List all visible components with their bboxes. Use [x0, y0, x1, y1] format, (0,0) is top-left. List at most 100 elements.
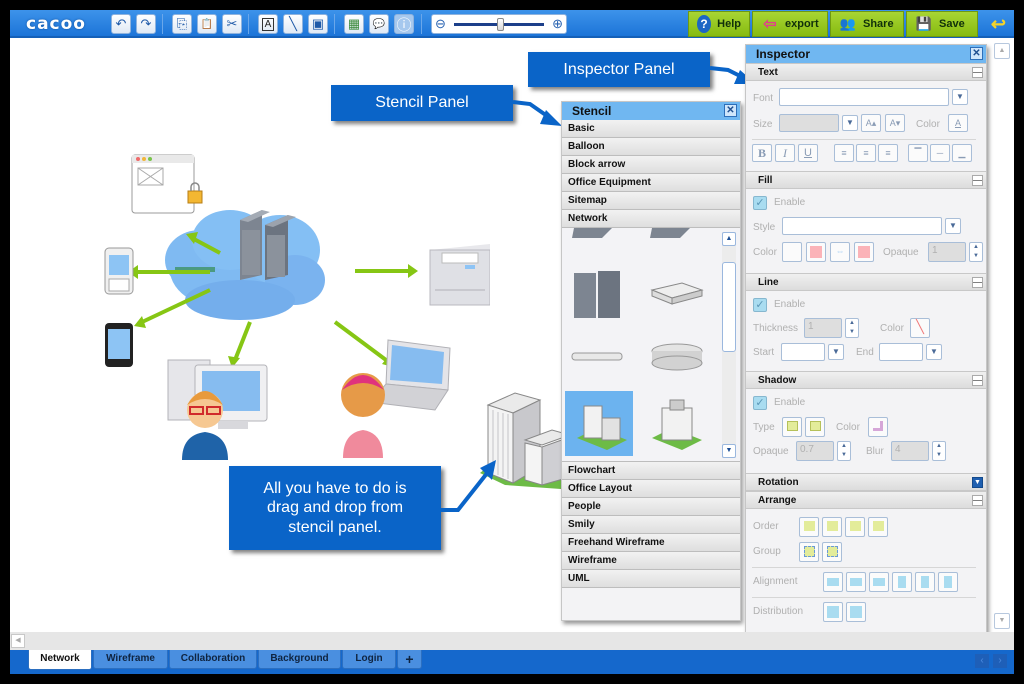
- line-start-input[interactable]: [781, 343, 825, 361]
- prev-tab-icon[interactable]: ‹: [975, 654, 989, 668]
- image-tool-button[interactable]: ▣: [308, 14, 328, 34]
- collapse-icon[interactable]: —: [972, 67, 983, 78]
- scroll-down-icon[interactable]: ▼: [722, 444, 736, 458]
- align-center-button[interactable]: ≡: [856, 144, 876, 162]
- arrange-section-header[interactable]: Arrange —: [746, 491, 986, 509]
- shadow-type-2-button[interactable]: [805, 417, 825, 437]
- export-button[interactable]: ⇦ export: [752, 11, 828, 37]
- valign-middle-button[interactable]: ─: [930, 144, 950, 162]
- stencil-category-balloon[interactable]: Balloon: [562, 138, 740, 156]
- italic-button[interactable]: I: [775, 144, 795, 162]
- align-left-edges-button[interactable]: [823, 572, 843, 592]
- stencil-category-office-equipment[interactable]: Office Equipment: [562, 174, 740, 192]
- stencil-category-smily[interactable]: Smily: [562, 516, 740, 534]
- group-button[interactable]: [799, 542, 819, 562]
- bold-button[interactable]: B: [752, 144, 772, 162]
- collapse-icon[interactable]: —: [972, 495, 983, 506]
- stencil-scrollbar[interactable]: ▲ ▼: [722, 232, 736, 458]
- align-right-edges-button[interactable]: [869, 572, 889, 592]
- next-tab-icon[interactable]: ›: [993, 654, 1007, 668]
- zoom-slider-handle[interactable]: [496, 18, 504, 31]
- valign-top-button[interactable]: ▔: [908, 144, 928, 162]
- back-icon[interactable]: ↩: [991, 14, 1006, 35]
- stencil-category-flowchart[interactable]: Flowchart: [562, 462, 740, 480]
- align-right-button[interactable]: ≡: [878, 144, 898, 162]
- tab-background[interactable]: Background: [258, 650, 341, 669]
- fill-enable-checkbox[interactable]: ✓: [753, 196, 767, 210]
- fill-color-secondary-button[interactable]: [854, 242, 874, 262]
- stencil-category-people[interactable]: People: [562, 498, 740, 516]
- inspector-header[interactable]: Inspector ✕: [746, 45, 986, 63]
- fill-opaque-spinner[interactable]: ▲ ▼: [969, 242, 983, 262]
- fill-style-input[interactable]: [782, 217, 942, 235]
- copy-button[interactable]: ⎘: [172, 14, 192, 34]
- stencil-category-network[interactable]: Network: [562, 210, 740, 228]
- thickness-input[interactable]: 1: [804, 318, 842, 338]
- shadow-color-button[interactable]: [868, 417, 888, 437]
- align-top-edges-button[interactable]: [892, 572, 912, 592]
- shrink-font-button[interactable]: A▾: [885, 114, 905, 132]
- fill-section-header[interactable]: Fill —: [746, 171, 986, 189]
- stencil-category-uml[interactable]: UML: [562, 570, 740, 588]
- grow-font-button[interactable]: A▴: [861, 114, 881, 132]
- blur-input[interactable]: 4: [891, 441, 929, 461]
- collapse-icon[interactable]: —: [972, 375, 983, 386]
- diagram-canvas[interactable]: Inspector Panel Stencil Panel All you ha…: [10, 40, 1014, 640]
- help-button[interactable]: ? Help: [688, 11, 750, 37]
- paste-button[interactable]: 📋: [197, 14, 217, 34]
- valign-bottom-button[interactable]: ▁: [952, 144, 972, 162]
- distribute-horizontal-button[interactable]: [823, 602, 843, 622]
- align-centers-button[interactable]: [846, 572, 866, 592]
- chat-button[interactable]: 💬: [369, 14, 389, 34]
- shadow-opaque-input[interactable]: 0.7: [796, 441, 834, 461]
- text-tool-button[interactable]: A: [258, 14, 278, 34]
- save-button[interactable]: 💾 Save: [906, 11, 978, 37]
- swap-colors-button[interactable]: ⇔: [830, 242, 850, 262]
- network-diagram[interactable]: [90, 140, 490, 470]
- distribute-vertical-button[interactable]: [846, 602, 866, 622]
- inspector-toggle-button[interactable]: ⓘ: [394, 14, 414, 34]
- bring-to-front-button[interactable]: [799, 517, 819, 537]
- tab-network[interactable]: Network: [28, 650, 92, 670]
- stencil-header[interactable]: Stencil ✕: [562, 102, 740, 120]
- cut-button[interactable]: ✂: [222, 14, 242, 34]
- line-enable-checkbox[interactable]: ✓: [753, 298, 767, 312]
- send-to-back-button[interactable]: [868, 517, 888, 537]
- font-dropdown-icon[interactable]: ▼: [952, 89, 968, 105]
- stencil-category-basic[interactable]: Basic: [562, 120, 740, 138]
- thickness-spinner[interactable]: ▲ ▼: [845, 318, 859, 338]
- canvas-scroll-up-icon[interactable]: ▲: [994, 43, 1010, 59]
- close-icon[interactable]: ✕: [970, 47, 983, 60]
- scroll-left-icon[interactable]: ◀: [11, 634, 25, 648]
- underline-button[interactable]: U: [798, 144, 818, 162]
- share-button[interactable]: 👥 Share: [830, 11, 904, 37]
- redo-button[interactable]: ↷: [136, 14, 156, 34]
- ungroup-button[interactable]: [822, 542, 842, 562]
- shadow-enable-checkbox[interactable]: ✓: [753, 396, 767, 410]
- fill-opaque-input[interactable]: 1: [928, 242, 966, 262]
- add-page-button[interactable]: +: [397, 650, 422, 669]
- zoom-out-icon[interactable]: ⊖: [435, 16, 446, 32]
- line-start-dropdown-icon[interactable]: ▼: [828, 344, 844, 360]
- close-icon[interactable]: ✕: [724, 104, 737, 117]
- shadow-type-1-button[interactable]: [782, 417, 802, 437]
- line-end-dropdown-icon[interactable]: ▼: [926, 344, 942, 360]
- line-tool-button[interactable]: ╲: [283, 14, 303, 34]
- fill-style-dropdown-icon[interactable]: ▼: [945, 218, 961, 234]
- send-backward-button[interactable]: [845, 517, 865, 537]
- shadow-opaque-spinner[interactable]: ▲ ▼: [837, 441, 851, 461]
- stencil-category-block-arrow[interactable]: Block arrow: [562, 156, 740, 174]
- tab-collaboration[interactable]: Collaboration: [169, 650, 257, 669]
- stencil-toggle-button[interactable]: ▦: [344, 14, 364, 34]
- line-end-input[interactable]: [879, 343, 923, 361]
- fill-color-none-button[interactable]: [782, 242, 802, 262]
- expand-icon[interactable]: ▼: [972, 477, 983, 488]
- align-middles-button[interactable]: [915, 572, 935, 592]
- stencil-category-sitemap[interactable]: Sitemap: [562, 192, 740, 210]
- undo-button[interactable]: ↶: [111, 14, 131, 34]
- canvas-scroll-down-icon[interactable]: ▼: [994, 613, 1010, 629]
- size-input[interactable]: [779, 114, 839, 132]
- horizontal-scrollbar[interactable]: ◀: [10, 632, 1014, 650]
- line-color-button[interactable]: ╲: [910, 318, 930, 338]
- text-color-button[interactable]: A: [948, 114, 968, 132]
